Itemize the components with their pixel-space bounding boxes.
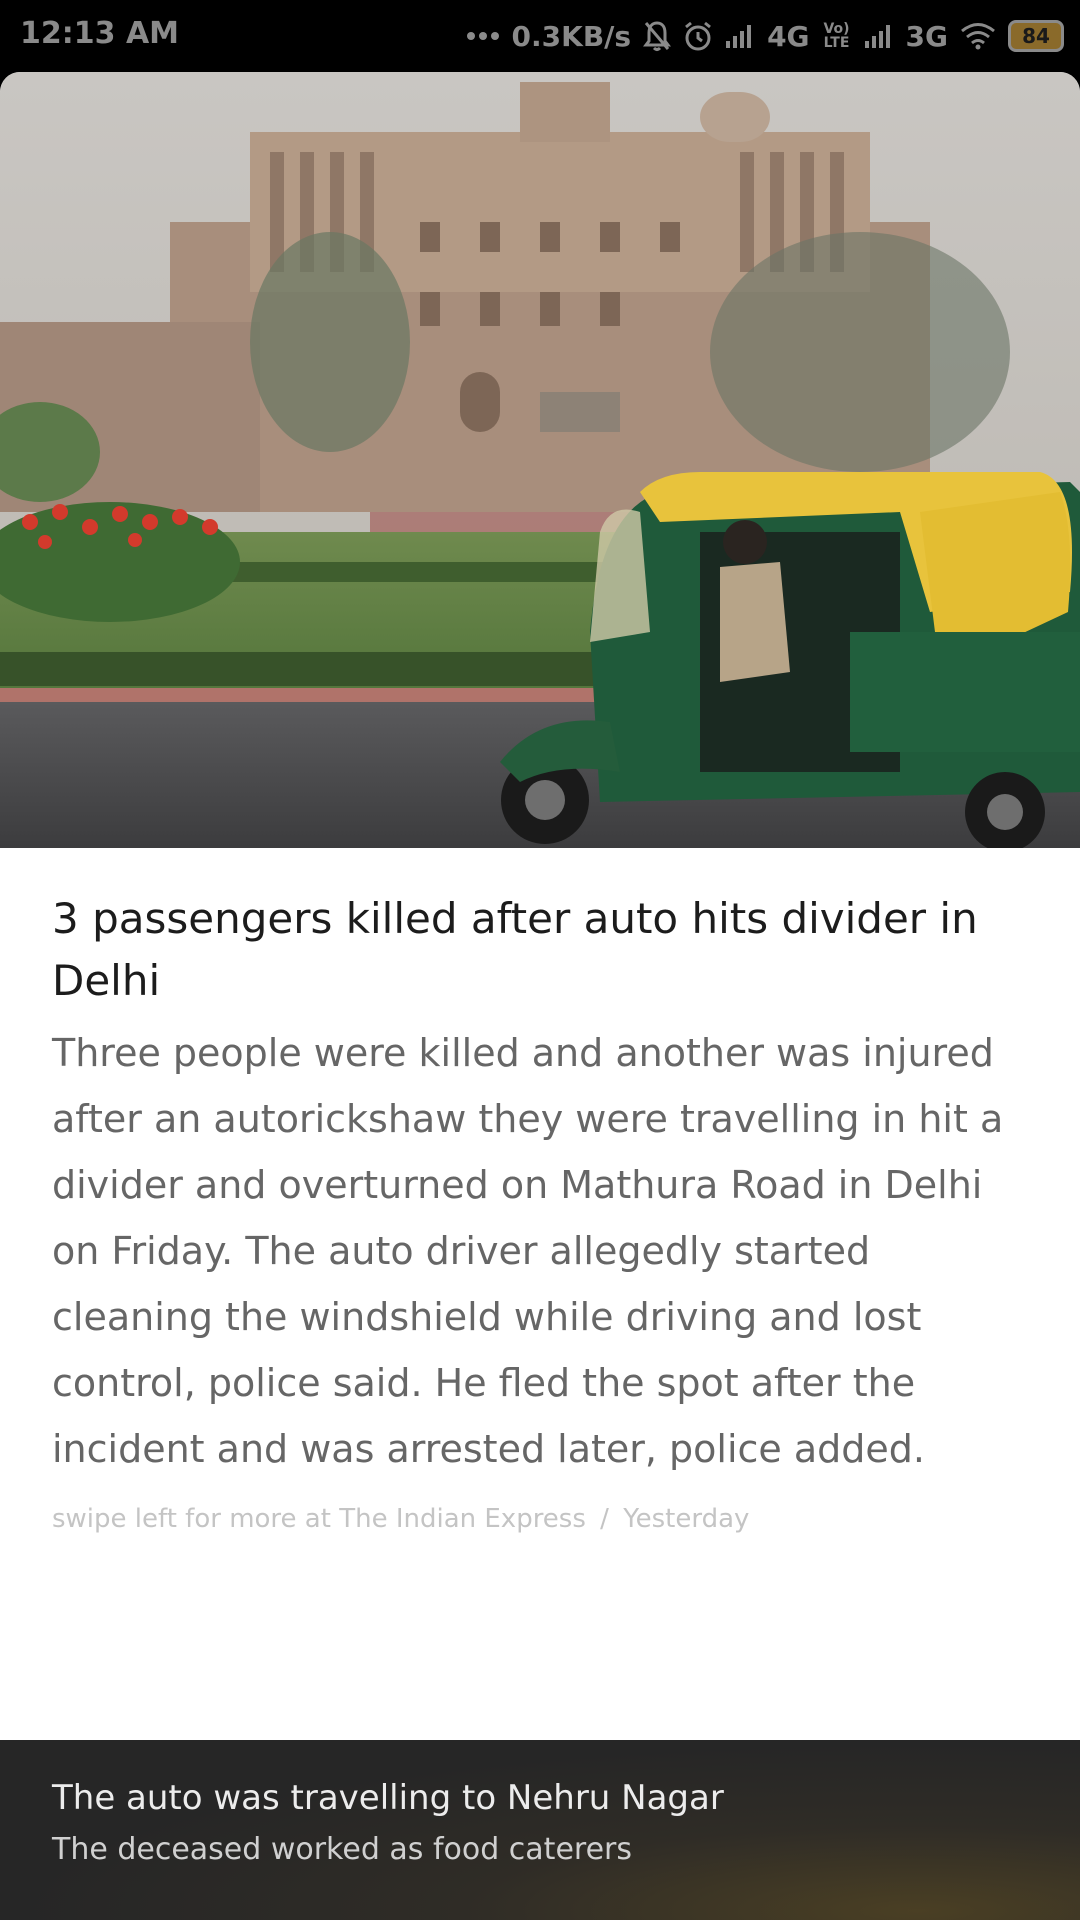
source-prefix: swipe left for more at (52, 1504, 331, 1534)
network-4g: 4G (767, 19, 810, 53)
source-name[interactable]: The Indian Express (339, 1504, 586, 1534)
article-headline: 3 passengers killed after auto hits divi… (52, 894, 978, 1005)
alarm-icon (683, 20, 713, 52)
volte-label: Vo) LTE (823, 21, 850, 51)
wifi-icon (960, 22, 996, 50)
news-card[interactable]: 3 passengers killed after auto hits divi… (0, 72, 1080, 1920)
network-speed: 0.3KB/s (511, 19, 632, 53)
footer-banner[interactable]: The auto was travelling to Nehru Nagar T… (0, 1740, 1080, 1920)
status-icons: 0.3KB/s 4G Vo) LTE 3G 84 (466, 14, 1064, 58)
source-line[interactable]: swipe left for more at The Indian Expres… (52, 1504, 749, 1534)
signal-icon (725, 23, 755, 49)
hero-image[interactable] (0, 72, 1080, 848)
signal-icon-2 (864, 23, 894, 49)
battery-indicator: 84 (1008, 20, 1064, 52)
bell-muted-icon (643, 20, 672, 52)
more-dots-icon (466, 31, 500, 41)
source-time: Yesterday (623, 1504, 750, 1534)
network-3g: 3G (905, 19, 948, 53)
source-separator: / (600, 1504, 609, 1534)
auto-rickshaw-photo (0, 72, 1080, 848)
status-bar: 12:13 AM 0.3KB/s 4G Vo) LTE 3G 84 (0, 0, 1080, 72)
status-time: 12:13 AM (20, 16, 180, 51)
footer-subtitle: The deceased worked as food caterers (52, 1832, 632, 1867)
article-body: Three people were killed and another was… (52, 1031, 1004, 1471)
footer-title: The auto was travelling to Nehru Nagar (52, 1778, 724, 1818)
